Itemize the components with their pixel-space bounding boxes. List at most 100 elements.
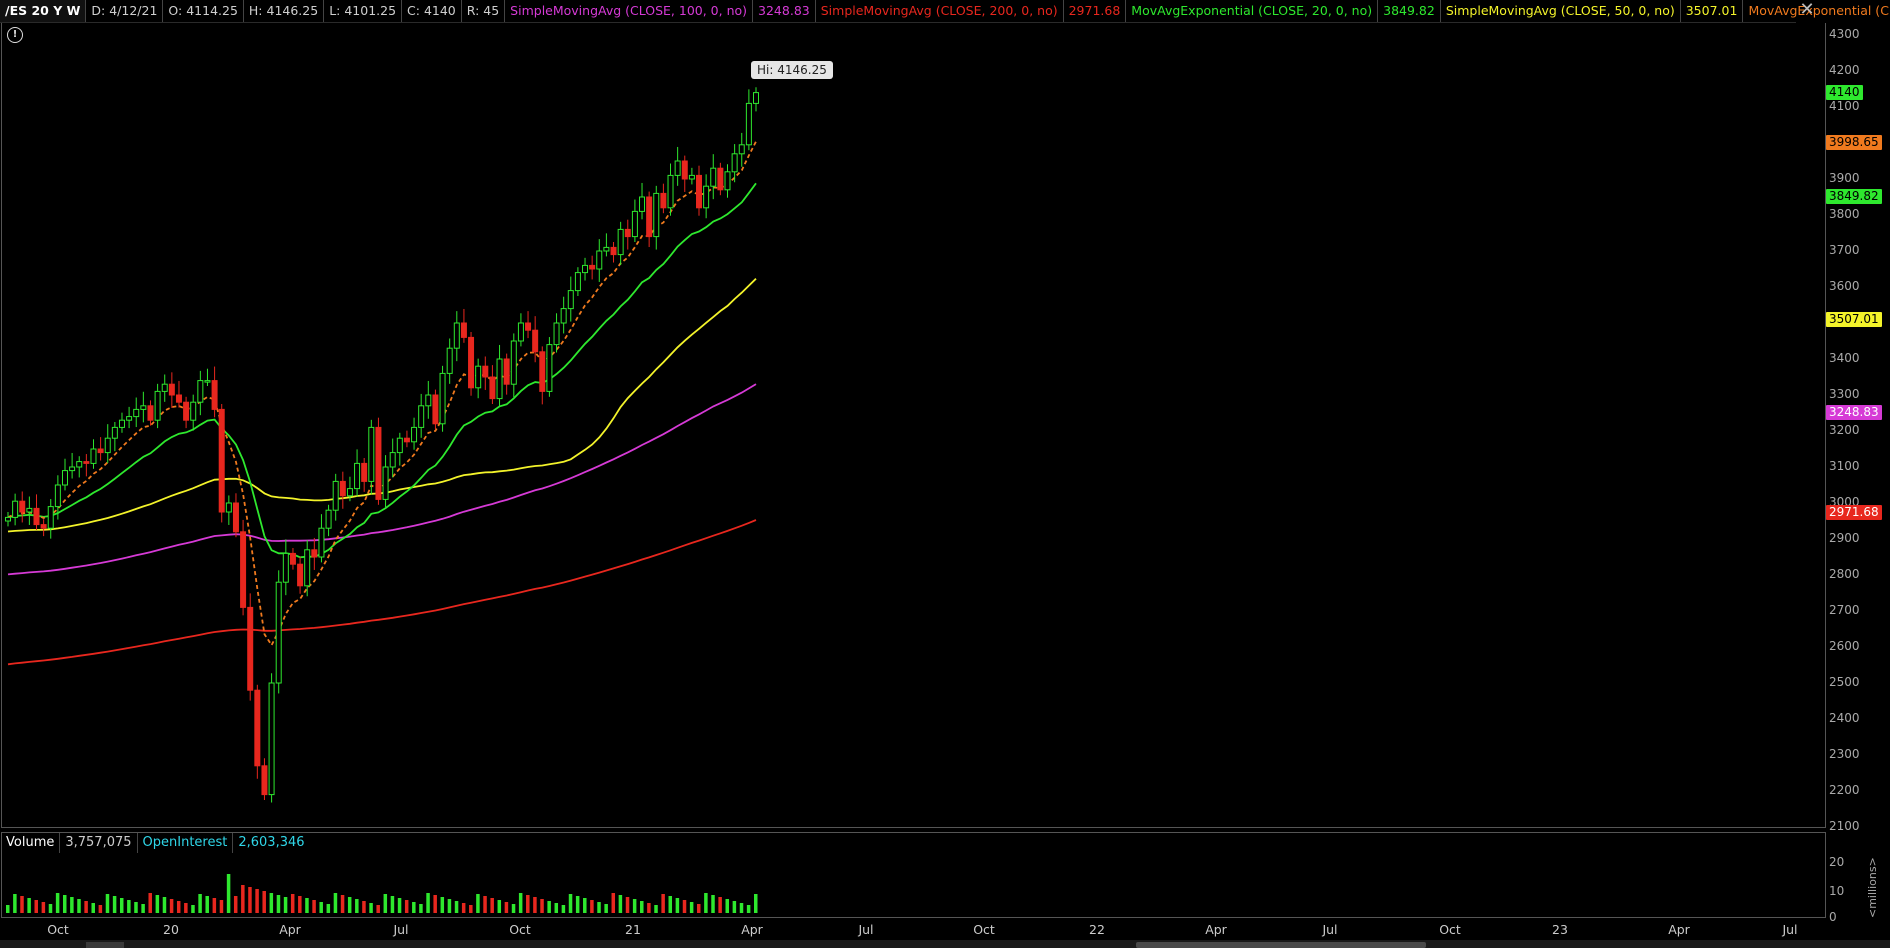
candle-body[interactable] [403, 437, 410, 443]
candle-body[interactable] [218, 408, 225, 513]
candle-body[interactable] [83, 461, 90, 464]
candle-body[interactable] [168, 383, 175, 396]
candle-body[interactable] [19, 500, 26, 513]
candle-body[interactable] [140, 405, 147, 410]
candle-body[interactable] [389, 452, 396, 468]
candle-body[interactable] [696, 174, 703, 209]
candle-body[interactable] [332, 480, 339, 511]
candle-body[interactable] [560, 308, 567, 324]
candle-body[interactable] [425, 394, 432, 407]
horizontal-scrollbar[interactable] [0, 940, 1890, 948]
candle-body[interactable] [496, 358, 503, 400]
candle-body[interactable] [489, 376, 496, 400]
candle-body[interactable] [133, 408, 140, 418]
candle-body[interactable] [197, 380, 204, 403]
candle-body[interactable] [5, 516, 11, 522]
candle-body[interactable] [510, 340, 517, 385]
candle-body[interactable] [97, 448, 104, 454]
candle-body[interactable] [247, 606, 254, 691]
candle-body[interactable] [282, 552, 289, 583]
candle-body[interactable] [475, 365, 482, 389]
candle-body[interactable] [411, 426, 418, 443]
open-interest-label[interactable]: OpenInterest [138, 833, 234, 853]
candle-body[interactable] [546, 344, 553, 392]
candle-body[interactable] [90, 448, 97, 464]
candle-body[interactable] [532, 329, 539, 353]
candle-body[interactable] [325, 509, 332, 529]
candle-body[interactable] [717, 167, 724, 191]
candle-body[interactable] [539, 351, 546, 392]
candle-body[interactable] [517, 322, 524, 342]
candle-body[interactable] [468, 336, 475, 389]
candle-body[interactable] [311, 549, 318, 558]
candle-body[interactable] [745, 102, 752, 146]
candle-body[interactable] [204, 380, 211, 383]
candle-body[interactable] [147, 405, 154, 421]
candle-body[interactable] [175, 394, 182, 403]
candle-body[interactable] [653, 192, 660, 238]
candle-body[interactable] [703, 185, 710, 209]
candle-body[interactable] [54, 484, 61, 508]
candle-body[interactable] [126, 416, 133, 421]
candle-body[interactable] [418, 405, 425, 428]
candle-body[interactable] [354, 462, 361, 490]
candle-body[interactable] [582, 264, 589, 274]
volume-label[interactable]: Volume [1, 833, 61, 853]
candle-body[interactable] [225, 502, 232, 513]
candle-body[interactable] [261, 765, 268, 796]
candle-body[interactable] [503, 358, 510, 385]
candle-body[interactable] [368, 426, 375, 482]
candle-body[interactable] [118, 419, 125, 428]
candle-body[interactable] [482, 365, 489, 378]
candle-body[interactable] [432, 394, 439, 425]
candle-body[interactable] [268, 682, 275, 796]
candle-body[interactable] [12, 500, 19, 518]
candle-body[interactable] [190, 401, 197, 421]
candle-body[interactable] [574, 272, 581, 292]
scrollbar-thumb[interactable] [1136, 942, 1426, 948]
candle-body[interactable] [104, 437, 111, 454]
candle-body[interactable] [596, 250, 603, 270]
candle-body[interactable] [603, 246, 610, 252]
candle-body[interactable] [211, 380, 218, 410]
candle-body[interactable] [154, 390, 161, 421]
candle-body[interactable] [375, 426, 382, 500]
candle-body[interactable] [674, 160, 681, 176]
candle-body[interactable] [339, 480, 346, 497]
candle-body[interactable] [731, 153, 738, 173]
candle-body[interactable] [275, 581, 282, 684]
candle-body[interactable] [646, 196, 653, 238]
candle-body[interactable] [382, 466, 389, 500]
candle-body[interactable] [753, 92, 759, 104]
candle-body[interactable] [304, 549, 311, 587]
candle-body[interactable] [738, 144, 745, 155]
candle-body[interactable] [681, 160, 688, 180]
candle-body[interactable] [667, 174, 674, 209]
candle-body[interactable] [639, 196, 646, 212]
candle-body[interactable] [525, 322, 532, 331]
candle-body[interactable] [61, 470, 68, 486]
candle-body[interactable] [232, 502, 239, 533]
candle-body[interactable] [396, 437, 403, 454]
candle-body[interactable] [297, 563, 304, 587]
candle-body[interactable] [631, 210, 638, 238]
candle-body[interactable] [69, 466, 76, 472]
candle-body[interactable] [254, 689, 261, 767]
candle-body[interactable] [724, 171, 731, 191]
candle-body[interactable] [439, 372, 446, 425]
scrollbar-left-thumb[interactable] [86, 942, 124, 948]
candle-body[interactable] [624, 228, 631, 238]
candle-body[interactable] [361, 462, 368, 482]
candle-body[interactable] [688, 174, 695, 180]
candle-body[interactable] [610, 246, 617, 256]
candle-body[interactable] [567, 290, 574, 310]
candle-body[interactable] [47, 506, 54, 529]
candle-body[interactable] [289, 552, 296, 565]
candle-body[interactable] [660, 192, 667, 209]
candle-body[interactable] [318, 527, 325, 558]
candle-body[interactable] [111, 426, 118, 439]
candle-body[interactable] [346, 488, 353, 497]
candle-body[interactable] [617, 228, 624, 256]
candle-body[interactable] [553, 322, 560, 346]
candle-body[interactable] [453, 322, 460, 349]
